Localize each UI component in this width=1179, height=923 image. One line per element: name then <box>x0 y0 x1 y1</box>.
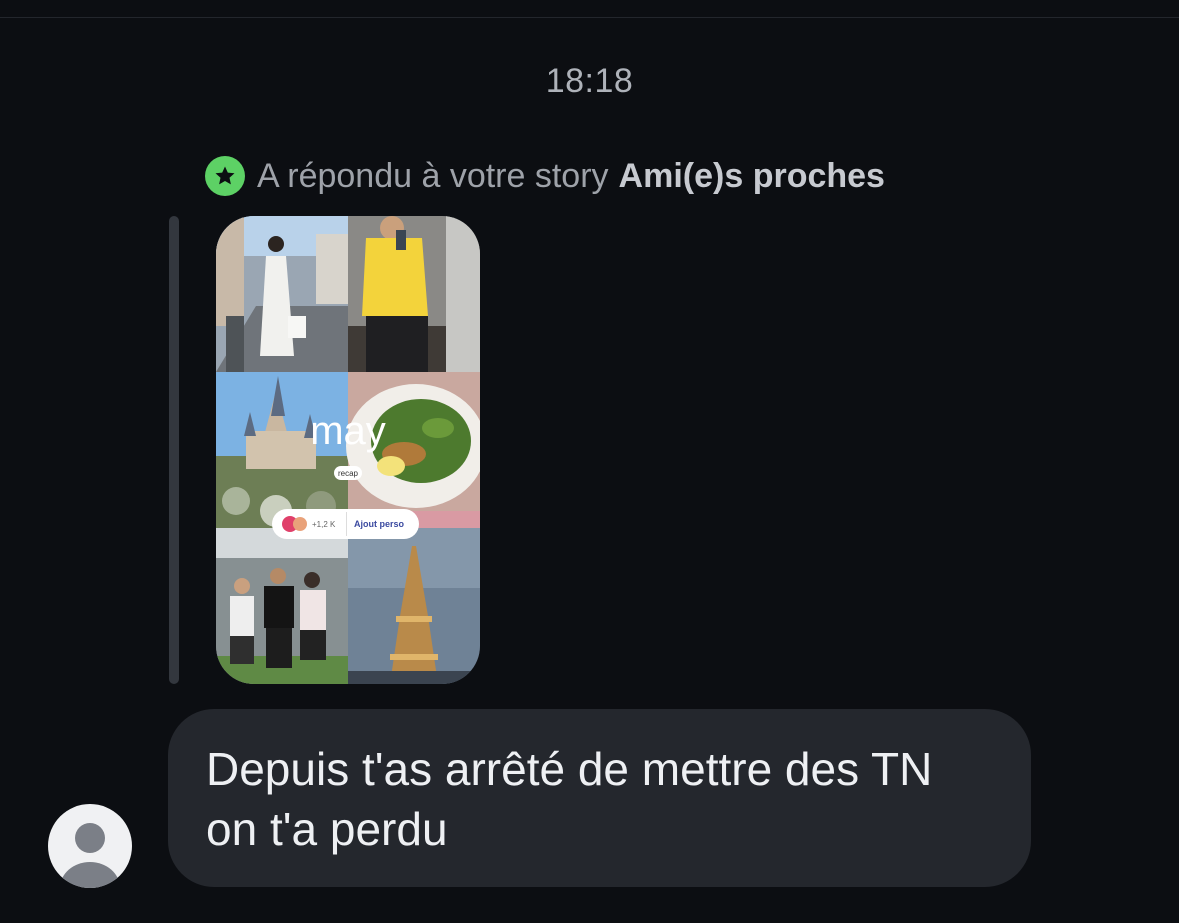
default-avatar-icon[interactable] <box>48 804 132 888</box>
add-yours-label: Ajout perso <box>354 519 405 529</box>
add-yours-sticker: +1,2 K Ajout perso <box>272 509 419 539</box>
message-text: Depuis t'as arrêté de mettre des TN on t… <box>206 743 933 855</box>
story-photo-street <box>216 216 348 372</box>
recap-label: recap <box>338 469 359 478</box>
story-audience-label: Ami(e)s proches <box>618 156 885 195</box>
story-photo-eiffel-tower <box>348 528 480 684</box>
star-icon <box>205 156 245 196</box>
story-photo-team <box>216 528 348 684</box>
quote-bar <box>169 216 179 684</box>
reaction-avatar-icon-2 <box>293 517 307 531</box>
message-timestamp: 18:18 <box>545 62 634 100</box>
message-bubble[interactable]: Depuis t'as arrêté de mettre des TN on t… <box>168 709 1031 887</box>
story-preview[interactable]: may recap +1,2 K Ajout perso <box>216 216 480 684</box>
reactions-count: +1,2 K <box>312 520 336 529</box>
story-reply-note: A répondu à votre story Ami(e)s proches <box>205 155 885 197</box>
story-overlay-title: may <box>310 409 386 453</box>
reply-note-text: A répondu à votre story <box>257 156 609 195</box>
story-photo-selfie <box>348 216 480 372</box>
top-divider <box>0 17 1179 18</box>
